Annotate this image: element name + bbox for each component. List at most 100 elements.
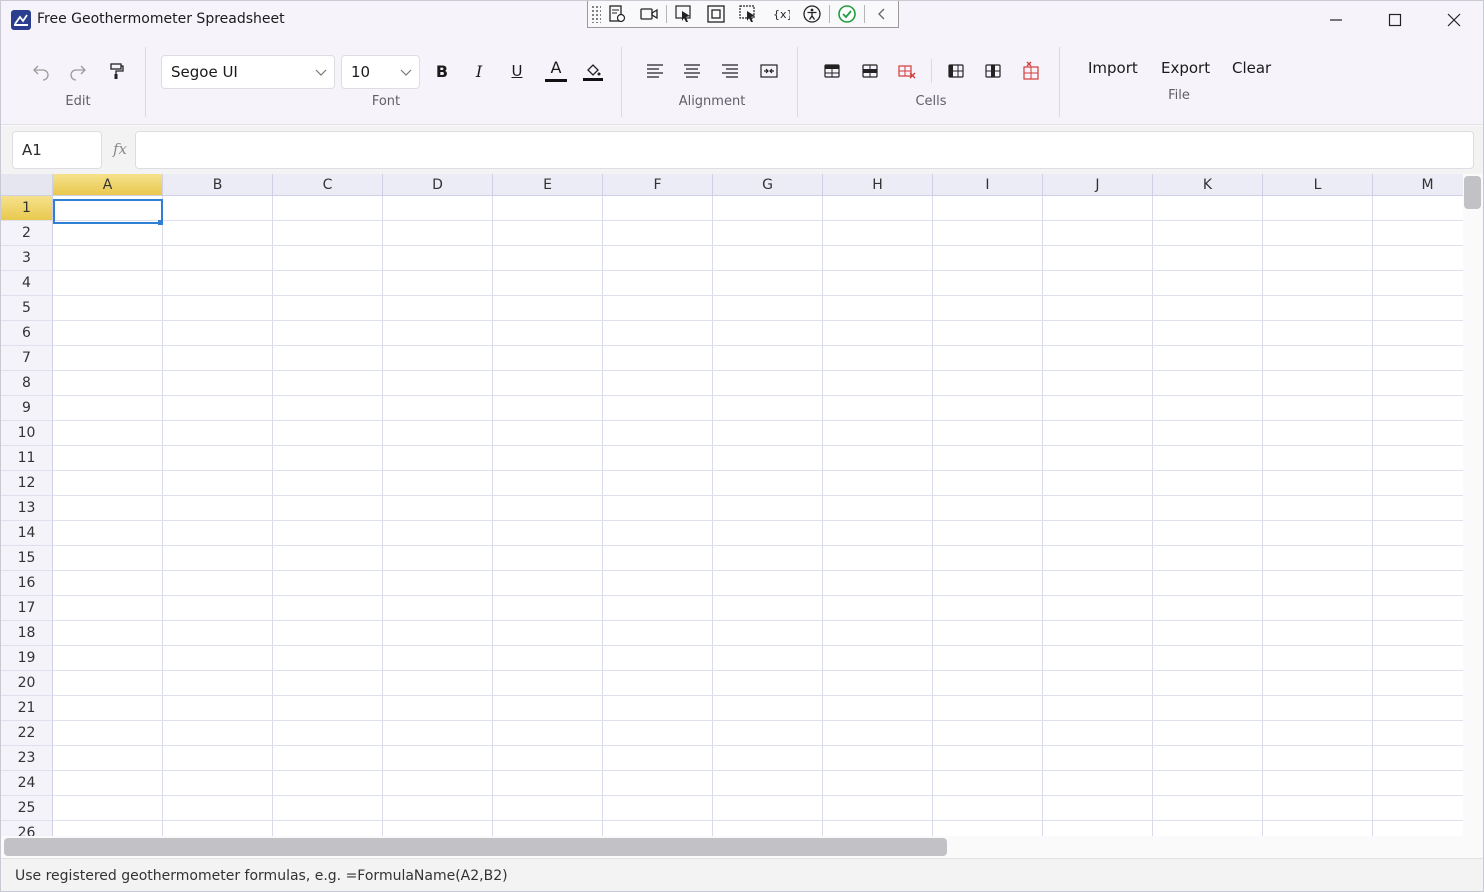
column-header-i[interactable]: I (933, 174, 1043, 196)
insert-column-right-button[interactable] (978, 57, 1008, 85)
ribbon-separator (797, 47, 798, 117)
spreadsheet-grid[interactable]: A B C D E F G H I J K L M 1 2 3 4 5 6 7 8 9 10 11 12 13 14 15 16 17 18… (1, 174, 1463, 836)
toolbar-grip[interactable] (591, 5, 601, 23)
column-header-e[interactable]: E (493, 174, 603, 196)
font-color-button[interactable]: A (541, 57, 571, 85)
align-center-button[interactable] (677, 57, 707, 85)
undo-button[interactable] (26, 57, 56, 85)
row-header-15[interactable]: 15 (1, 546, 53, 571)
row-header-25[interactable]: 25 (1, 796, 53, 821)
column-header-a[interactable]: A (53, 174, 163, 196)
row-gridline (53, 220, 1463, 221)
align-center-icon (684, 64, 700, 78)
column-header-h[interactable]: H (823, 174, 933, 196)
fill-color-button[interactable] (578, 57, 608, 85)
column-gridline (272, 196, 273, 836)
row-header-14[interactable]: 14 (1, 521, 53, 546)
close-button[interactable] (1425, 1, 1483, 39)
horizontal-scroll-thumb[interactable] (4, 838, 947, 856)
clear-button[interactable]: Clear (1232, 59, 1271, 77)
merge-cells-button[interactable] (754, 57, 784, 85)
column-header-c[interactable]: C (273, 174, 383, 196)
row-header-19[interactable]: 19 (1, 646, 53, 671)
name-box[interactable]: A1 (12, 131, 102, 169)
column-header-g[interactable]: G (713, 174, 823, 196)
binding-failures-button[interactable]: {x} (764, 1, 796, 27)
align-left-button[interactable] (640, 57, 670, 85)
align-right-button[interactable] (715, 57, 745, 85)
row-header-6[interactable]: 6 (1, 321, 53, 346)
collapse-toolbar-button[interactable] (866, 1, 898, 27)
row-header-5[interactable]: 5 (1, 296, 53, 321)
formula-bar: A1 fx (1, 126, 1483, 174)
row-header-1[interactable]: 1 (1, 196, 53, 221)
row-gridline (53, 570, 1463, 571)
row-header-9[interactable]: 9 (1, 396, 53, 421)
column-header-j[interactable]: J (1043, 174, 1153, 196)
vertical-scroll-thumb[interactable] (1464, 176, 1481, 209)
column-header-m[interactable]: M (1373, 174, 1463, 196)
row-header-13[interactable]: 13 (1, 496, 53, 521)
redo-button[interactable] (63, 57, 93, 85)
font-family-select[interactable]: Segoe UI (161, 55, 335, 89)
select-all-corner[interactable] (1, 174, 53, 196)
row-header-2[interactable]: 2 (1, 221, 53, 246)
row-header-23[interactable]: 23 (1, 746, 53, 771)
accessibility-icon (803, 5, 821, 23)
row-gridline (53, 795, 1463, 796)
underline-icon: U (511, 62, 523, 80)
row-header-21[interactable]: 21 (1, 696, 53, 721)
delete-column-button[interactable] (1016, 57, 1046, 85)
column-header-b[interactable]: B (163, 174, 273, 196)
row-header-8[interactable]: 8 (1, 371, 53, 396)
row-gridline (53, 645, 1463, 646)
bold-button[interactable]: B (427, 57, 457, 85)
vertical-scrollbar[interactable] (1463, 174, 1483, 836)
align-right-icon (722, 64, 738, 78)
column-header-f[interactable]: F (603, 174, 713, 196)
row-header-7[interactable]: 7 (1, 346, 53, 371)
column-header-d[interactable]: D (383, 174, 493, 196)
row-header-11[interactable]: 11 (1, 446, 53, 471)
row-header-18[interactable]: 18 (1, 621, 53, 646)
row-header-24[interactable]: 24 (1, 771, 53, 796)
row-header-3[interactable]: 3 (1, 246, 53, 271)
ribbon-separator (931, 59, 932, 83)
hot-reload-status-button[interactable] (831, 1, 863, 27)
insert-column-left-button[interactable] (941, 57, 971, 85)
row-header-26[interactable]: 26 (1, 821, 53, 836)
select-element-button[interactable] (668, 1, 700, 27)
display-layout-adorners-button[interactable] (700, 1, 732, 27)
row-header-16[interactable]: 16 (1, 571, 53, 596)
column-gridline (602, 196, 603, 836)
row-header-10[interactable]: 10 (1, 421, 53, 446)
insert-row-below-button[interactable] (855, 57, 885, 85)
format-painter-button[interactable] (101, 57, 131, 85)
minimize-button[interactable] (1307, 1, 1365, 39)
row-gridline (53, 695, 1463, 696)
track-focus-button[interactable] (732, 1, 764, 27)
status-text: Use registered geothermometer formulas, … (15, 868, 508, 884)
accessibility-button[interactable] (796, 1, 828, 27)
row-header-17[interactable]: 17 (1, 596, 53, 621)
italic-button[interactable]: I (464, 57, 494, 85)
underline-button[interactable]: U (502, 57, 532, 85)
debug-toolbar: {x} (587, 1, 899, 28)
export-button[interactable]: Export (1161, 59, 1210, 77)
column-header-l[interactable]: L (1263, 174, 1373, 196)
live-visual-tree-button[interactable] (601, 1, 633, 27)
maximize-button[interactable] (1366, 1, 1424, 39)
formula-input[interactable] (135, 131, 1474, 169)
delete-row-button[interactable] (892, 57, 922, 85)
row-header-22[interactable]: 22 (1, 721, 53, 746)
active-cell[interactable] (53, 199, 163, 224)
font-size-select[interactable]: 10 (341, 55, 420, 89)
record-button[interactable] (633, 1, 665, 27)
row-header-4[interactable]: 4 (1, 271, 53, 296)
row-header-20[interactable]: 20 (1, 671, 53, 696)
row-header-12[interactable]: 12 (1, 471, 53, 496)
fill-handle[interactable] (158, 220, 163, 225)
import-button[interactable]: Import (1088, 59, 1138, 77)
column-header-k[interactable]: K (1153, 174, 1263, 196)
insert-row-above-button[interactable] (817, 57, 847, 85)
